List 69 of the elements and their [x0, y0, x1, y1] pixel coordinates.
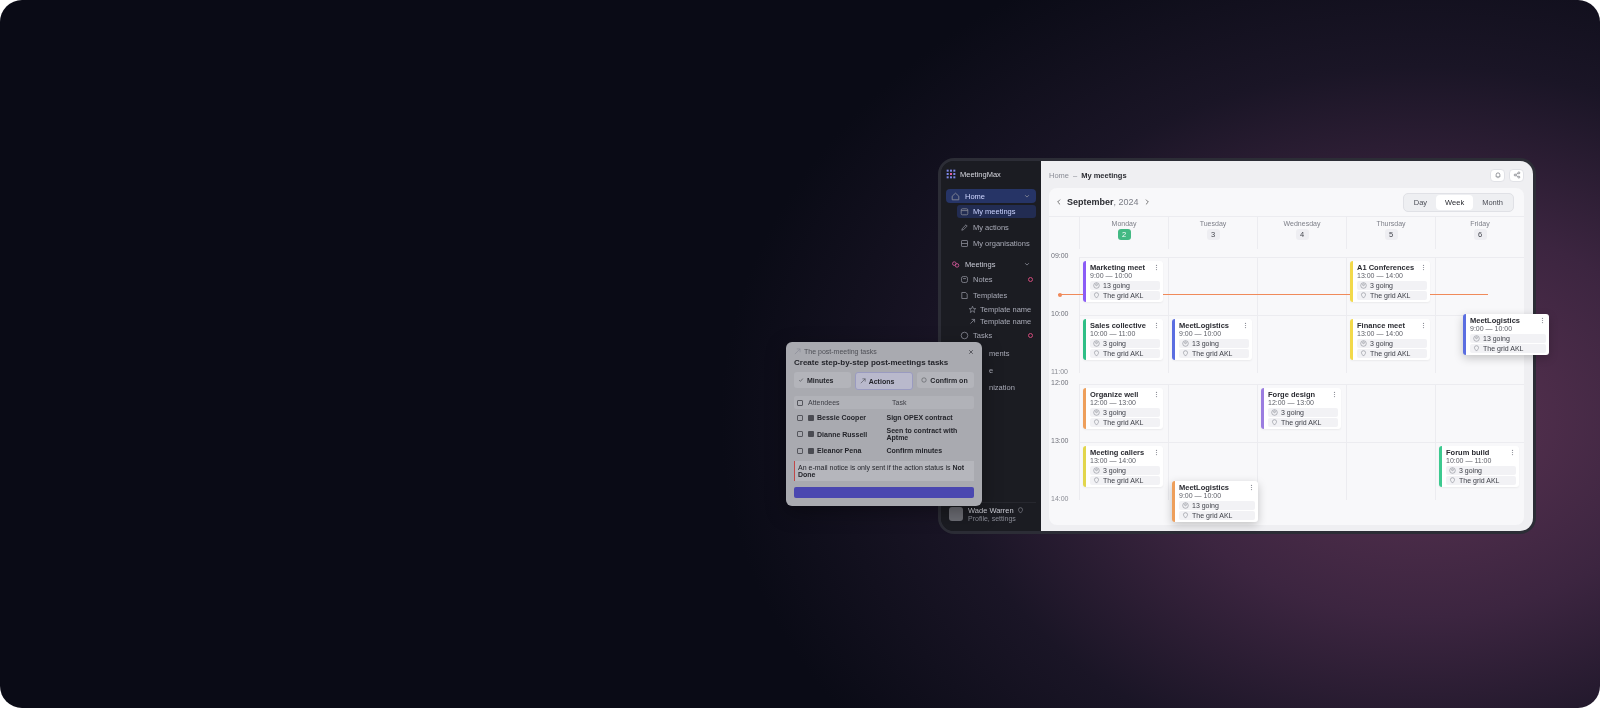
pin-icon: [1473, 345, 1480, 352]
check-icon: [798, 377, 804, 383]
share-icon: [1512, 171, 1521, 179]
pin-icon: [1093, 419, 1100, 426]
pin-icon: [1449, 477, 1456, 484]
person-icon: [1093, 281, 1100, 289]
pin-icon: [1271, 419, 1278, 426]
close-button[interactable]: [968, 348, 974, 355]
circle-icon: [921, 377, 928, 383]
more-icon: [1509, 449, 1516, 456]
person-icon: [1093, 408, 1100, 416]
circle-icon: [960, 330, 969, 340]
checkbox[interactable]: [797, 447, 803, 454]
more-icon: [1248, 484, 1255, 491]
person-icon: [1182, 501, 1189, 509]
person-icon: [1093, 466, 1100, 474]
document-icon: [960, 290, 969, 300]
avatar: [808, 447, 814, 454]
chevron-icon: [1023, 192, 1031, 200]
more-icon: [1331, 391, 1338, 398]
more-icon: [1153, 449, 1160, 456]
person-icon: [1360, 281, 1367, 289]
pencil-icon: [960, 222, 969, 232]
person-icon: [1449, 466, 1456, 474]
arrow-icon: [794, 348, 801, 355]
pin-icon: [1182, 350, 1189, 357]
month-title: September, 2024: [1067, 197, 1139, 207]
note-icon: [960, 274, 969, 284]
pin-icon: [1093, 477, 1100, 484]
more-icon: [1242, 322, 1249, 329]
more-icon: [1539, 317, 1546, 324]
more-icon: [1420, 264, 1427, 271]
checkbox[interactable]: [797, 431, 803, 437]
avatar: [808, 431, 814, 437]
close-icon: [968, 348, 974, 355]
star-icon: [968, 304, 977, 314]
chevron-icon: [1023, 260, 1031, 268]
pin-icon: [1360, 292, 1367, 299]
avatar: [949, 507, 963, 521]
calendar-icon: [960, 206, 969, 216]
previous-button[interactable]: [1055, 198, 1063, 206]
person-icon: [1093, 339, 1100, 347]
pin-icon: [1016, 507, 1024, 514]
link-icon: [968, 316, 977, 326]
checkbox[interactable]: [797, 399, 803, 406]
avatar: [808, 414, 814, 421]
bell-icon: [1493, 171, 1502, 179]
share-button[interactable]: [1509, 168, 1524, 182]
person-icon: [1182, 339, 1189, 347]
dialog-title: Create step-by-step post-meetings tasks: [794, 358, 950, 367]
notifications-button[interactable]: [1490, 168, 1505, 182]
arrow-icon: [859, 378, 866, 384]
more-icon: [1153, 264, 1160, 271]
logo-icon: [946, 169, 956, 179]
more-icon: [1420, 322, 1427, 329]
house-icon: [951, 191, 960, 201]
person-icon: [1473, 334, 1480, 342]
person-icon: [1271, 408, 1278, 416]
checkbox[interactable]: [797, 414, 803, 421]
person-icon: [1360, 339, 1367, 347]
pin-icon: [1093, 292, 1100, 299]
building-icon: [960, 238, 969, 248]
more-icon: [1153, 391, 1160, 398]
pin-icon: [1182, 512, 1189, 519]
pin-icon: [1360, 350, 1367, 357]
chevron-left-icon: [1055, 198, 1063, 206]
people-icon: [951, 259, 960, 269]
more-icon: [1153, 322, 1160, 329]
pin-icon: [1093, 350, 1100, 357]
